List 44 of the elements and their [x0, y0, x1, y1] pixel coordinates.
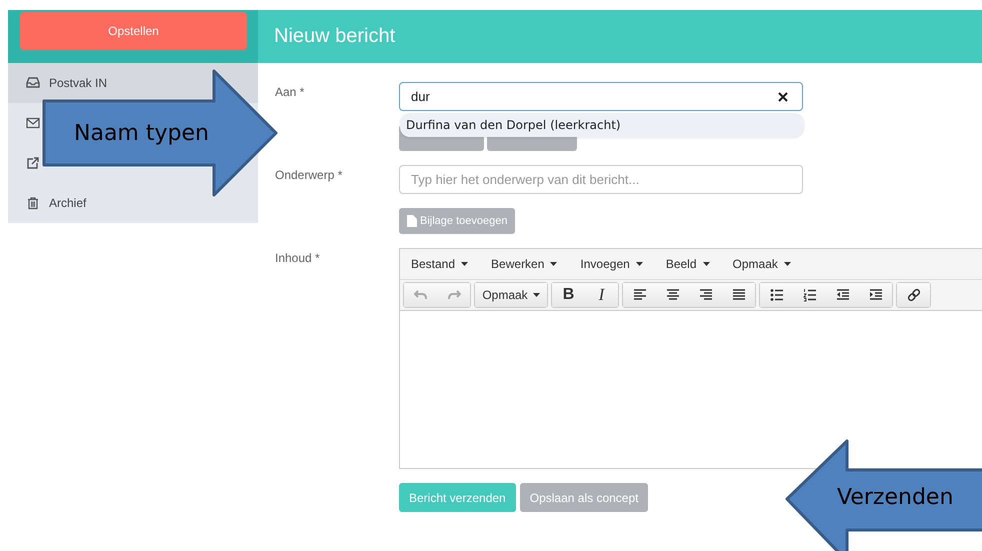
italic-button[interactable]: I — [585, 283, 618, 307]
menu-item[interactable]: Bewerken — [491, 257, 558, 271]
menu-item[interactable]: Beeld — [666, 257, 710, 271]
format-dropdown[interactable]: Opmaak — [475, 283, 547, 307]
typed-text: dur — [411, 89, 430, 104]
align-left-icon — [632, 288, 646, 302]
caret-icon — [784, 262, 791, 266]
inbox-icon — [26, 76, 40, 90]
field-label: Inhoud * — [275, 250, 321, 267]
caret-icon — [636, 262, 643, 266]
bulleted-list-icon — [770, 288, 784, 302]
annotation-text: Verzenden — [837, 485, 954, 510]
align-right-icon — [698, 288, 712, 302]
field-label: Onderwerp * — [275, 167, 344, 184]
align-center-icon — [666, 288, 680, 302]
numbered-list-icon — [802, 288, 816, 302]
subject-field[interactable]: Typ hier het onderwerp van dit bericht... — [399, 165, 803, 194]
annotation-text: Naam typen — [74, 121, 209, 146]
indent-icon — [868, 288, 882, 302]
caret-icon — [461, 262, 468, 266]
menu-item[interactable]: Bestand — [411, 257, 468, 271]
toolbar-button[interactable] — [623, 283, 656, 307]
redo-icon — [446, 288, 460, 302]
bold-button[interactable]: B — [552, 283, 585, 307]
menu-item[interactable]: Invoegen — [580, 257, 643, 271]
file-icon — [407, 215, 417, 227]
recipient-field[interactable]: dur — [399, 82, 803, 111]
align-justify-icon — [732, 288, 746, 302]
outdent-icon — [836, 288, 850, 302]
page-title: Nieuw bericht — [274, 25, 396, 48]
toolbar-button[interactable] — [859, 283, 892, 307]
undo-icon — [414, 288, 428, 302]
caret-icon — [550, 262, 558, 266]
trash-icon — [26, 196, 40, 210]
sidebar-item[interactable]: Archief — [8, 183, 258, 223]
menu-item[interactable]: Opmaak — [732, 257, 791, 271]
toolbar-button[interactable] — [722, 283, 755, 307]
caret-icon — [702, 262, 710, 266]
caret-icon — [532, 293, 540, 297]
suggestion-item[interactable]: Durfina van den Dorpel (leerkracht) — [400, 118, 621, 132]
field-label: Aan * — [275, 84, 306, 101]
link-icon — [906, 288, 920, 302]
toolbar-button[interactable] — [760, 283, 793, 307]
close-icon — [778, 92, 788, 102]
